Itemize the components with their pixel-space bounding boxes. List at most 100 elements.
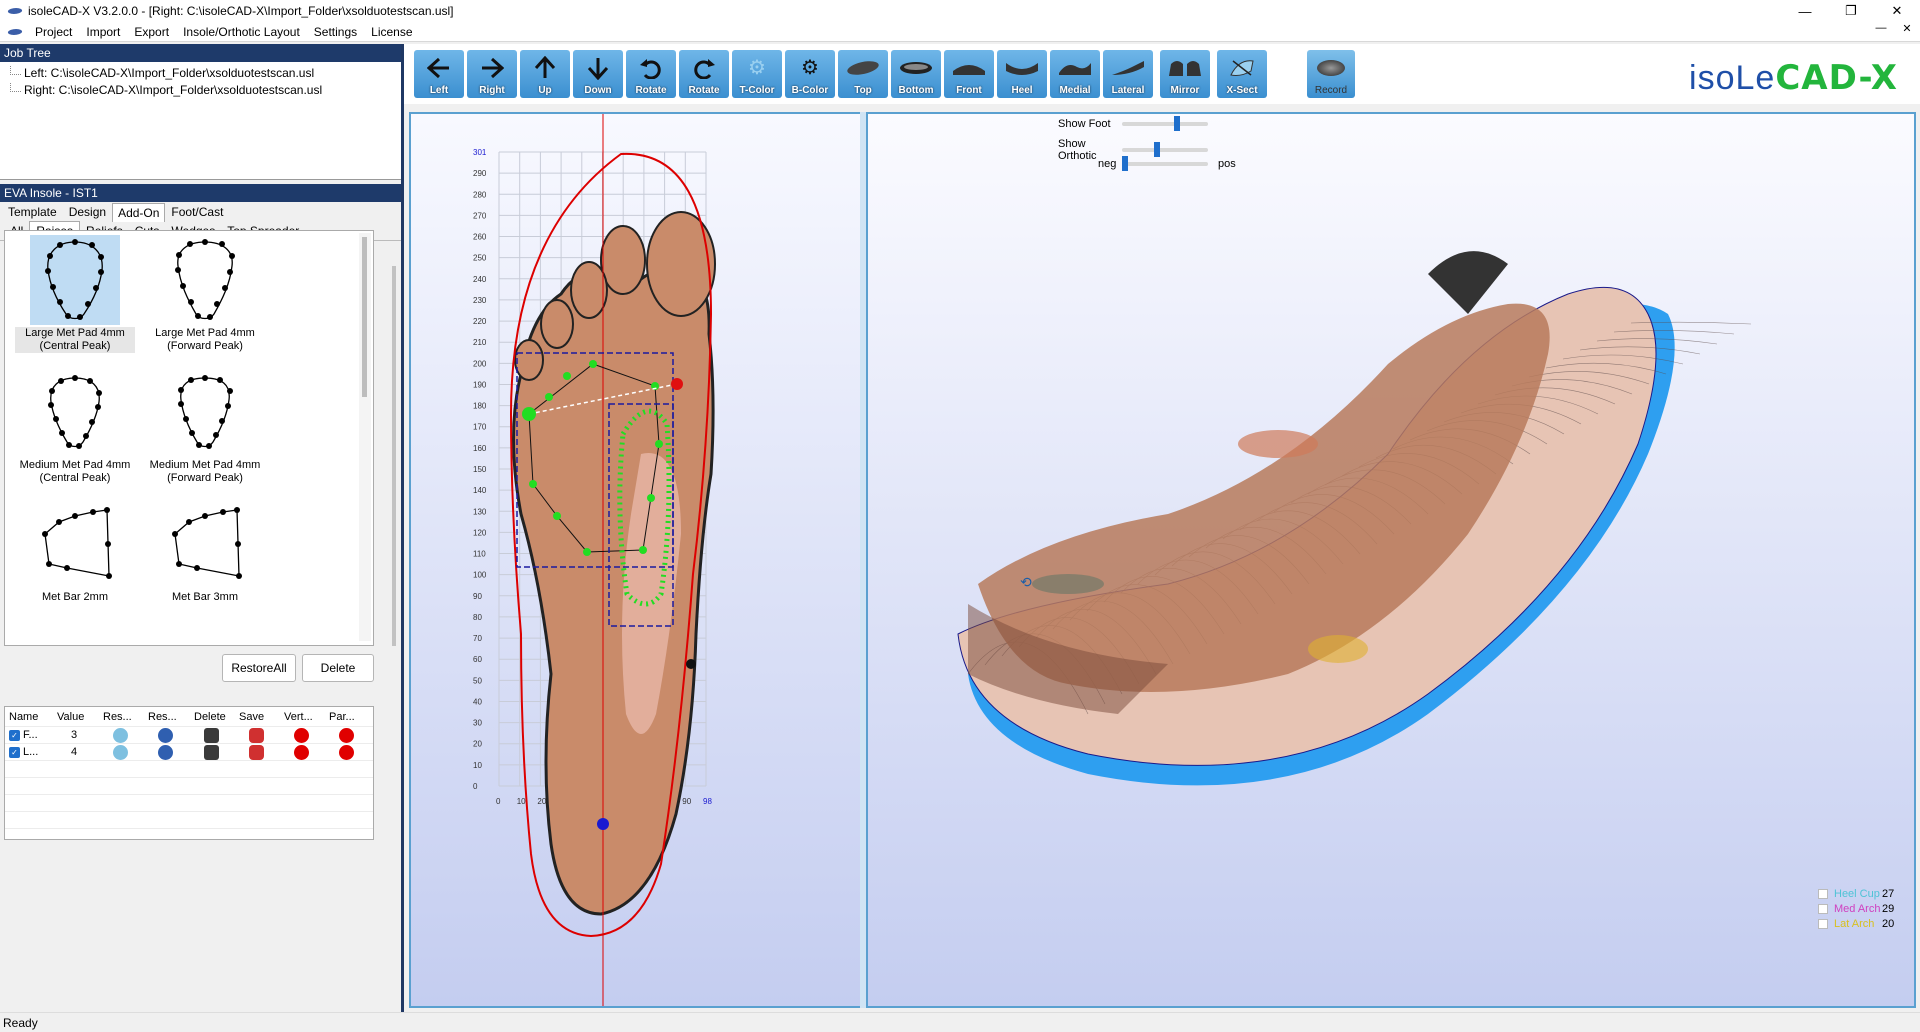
row-value[interactable]: 3 xyxy=(53,727,99,743)
table-row[interactable]: ✓ L... 4 xyxy=(5,744,373,761)
legend-checkbox[interactable] xyxy=(1818,889,1828,899)
mirror-button[interactable]: Mirror xyxy=(1160,50,1210,98)
restore-icon[interactable] xyxy=(158,744,173,760)
down-button[interactable]: Down xyxy=(573,50,623,98)
row-checkbox[interactable]: ✓ xyxy=(9,746,20,758)
params-icon[interactable] xyxy=(339,744,354,760)
view-medial-button[interactable]: Medial xyxy=(1050,50,1100,98)
row-value[interactable]: 4 xyxy=(53,744,99,760)
gallery-item-large-met-pad-forward[interactable]: Large Met Pad 4mm (Forward Peak) xyxy=(145,235,265,353)
save-icon[interactable] xyxy=(249,744,264,760)
tab-add-on[interactable]: Add-On xyxy=(112,203,166,222)
reset-icon[interactable] xyxy=(113,727,128,743)
view-heel-button[interactable]: Heel xyxy=(997,50,1047,98)
gallery-item-met-bar-3mm[interactable]: Met Bar 3mm xyxy=(145,499,265,604)
gallery-item-medium-met-pad-central[interactable]: Medium Met Pad 4mm (Central Peak) xyxy=(15,367,135,485)
delete-button[interactable]: Delete xyxy=(302,654,374,682)
x-tick-label: 10 xyxy=(517,797,526,806)
refresh-icon[interactable]: ⟲ xyxy=(1020,574,1032,591)
y-tick-label: 301 xyxy=(473,148,487,157)
anchor-point-green xyxy=(522,407,536,421)
row-checkbox[interactable]: ✓ xyxy=(9,729,20,741)
legend-med-arch[interactable]: Med Arch 29 xyxy=(1818,903,1894,915)
view-bottom-button[interactable]: Bottom xyxy=(891,50,941,98)
table-header: Name Value Res... Res... Delete Save Ver… xyxy=(5,707,373,727)
tab-foot-cast[interactable]: Foot/Cast xyxy=(165,202,229,222)
gallery-label: Met Bar 2mm xyxy=(41,591,108,603)
table-row-empty xyxy=(5,778,373,795)
menu-insole-layout[interactable]: Insole/Orthotic Layout xyxy=(176,25,307,39)
view-lateral-button[interactable]: Lateral xyxy=(1103,50,1153,98)
maximize-button[interactable]: ❐ xyxy=(1828,0,1874,22)
child-close-button[interactable]: ✕ xyxy=(1894,22,1920,35)
menu-export[interactable]: Export xyxy=(127,25,176,39)
cross-section-button[interactable]: X-Sect xyxy=(1217,50,1267,98)
tree-item-left[interactable]: Left: C:\isoleCAD-X\Import_Folder\xsoldu… xyxy=(8,66,401,83)
toe-shape xyxy=(514,339,544,381)
menu-app-icon[interactable] xyxy=(8,27,22,37)
y-tick-label: 190 xyxy=(473,380,487,389)
insole-3d-view[interactable]: Show Foot Show Orthotic neg pos ⟲ Heel C… xyxy=(866,112,1916,1008)
menu-import[interactable]: Import xyxy=(79,25,127,39)
arrow-up-icon xyxy=(534,55,556,78)
close-button[interactable]: ✕ xyxy=(1874,0,1920,22)
vertices-icon[interactable] xyxy=(294,744,309,760)
legend-checkbox[interactable] xyxy=(1818,919,1828,929)
slider-thumb[interactable] xyxy=(1122,156,1128,171)
restore-icon[interactable] xyxy=(158,727,173,743)
top-color-button[interactable]: ⚙ T-Color xyxy=(732,50,782,98)
show-foot-slider[interactable]: Show Foot xyxy=(1058,116,1208,131)
legend-heel-cup[interactable]: Heel Cup 27 xyxy=(1818,888,1894,900)
right-button[interactable]: Right xyxy=(467,50,517,98)
foot-scan-shape xyxy=(512,268,715,916)
restore-all-button[interactable]: RestoreAll xyxy=(222,654,296,682)
tab-template[interactable]: Template xyxy=(2,202,63,222)
child-minimize-button[interactable]: — xyxy=(1868,22,1894,35)
save-icon[interactable] xyxy=(249,727,264,743)
scroll-thumb[interactable] xyxy=(362,237,367,397)
menu-settings[interactable]: Settings xyxy=(307,25,364,39)
reset-icon[interactable] xyxy=(113,744,128,760)
params-icon[interactable] xyxy=(339,727,354,743)
bottom-color-button[interactable]: ⚙ B-Color xyxy=(785,50,835,98)
up-button[interactable]: Up xyxy=(520,50,570,98)
tab-design[interactable]: Design xyxy=(63,202,112,222)
rotate-cw-button[interactable]: Rotate xyxy=(679,50,729,98)
rotate-ccw-button[interactable]: Rotate xyxy=(626,50,676,98)
neg-pos-slider[interactable]: neg pos xyxy=(1098,156,1236,171)
view-top-button[interactable]: Top xyxy=(838,50,888,98)
menu-project[interactable]: Project xyxy=(28,25,79,39)
title-bar: isoleCAD-X V3.2.0.0 - [Right: C:\isoleCA… xyxy=(0,0,1920,22)
trash-icon[interactable] xyxy=(204,727,219,743)
gallery-item-large-met-pad-central[interactable]: Large Met Pad 4mm (Central Peak) xyxy=(15,235,135,353)
met-pad-shape-icon xyxy=(30,367,120,457)
lateral-highlight xyxy=(1308,635,1368,663)
gallery-scrollbar[interactable] xyxy=(359,233,371,641)
plantar-2d-view[interactable]: 301 290 280 270 260 250 240 230 220 210 200 190 180 1… xyxy=(409,112,863,1008)
arrow-down-icon xyxy=(587,57,609,80)
x-tick-label: 20 xyxy=(537,797,546,806)
slider-track[interactable] xyxy=(1122,156,1208,171)
slider-thumb[interactable] xyxy=(1154,142,1160,157)
slider-track[interactable] xyxy=(1122,116,1208,131)
gallery-item-met-bar-2mm[interactable]: Met Bar 2mm xyxy=(15,499,135,604)
slider-track[interactable] xyxy=(1122,142,1208,157)
menu-license[interactable]: License xyxy=(364,25,419,39)
tree-item-right[interactable]: Right: C:\isoleCAD-X\Import_Folder\xsold… xyxy=(8,83,401,100)
minimize-button[interactable]: — xyxy=(1782,0,1828,22)
legend-checkbox[interactable] xyxy=(1818,904,1828,914)
slider-thumb[interactable] xyxy=(1174,116,1180,131)
gallery-item-medium-met-pad-forward[interactable]: Medium Met Pad 4mm (Forward Peak) xyxy=(145,367,265,485)
record-button[interactable]: Record xyxy=(1307,50,1355,98)
legend-lat-arch[interactable]: Lat Arch 20 xyxy=(1818,918,1894,930)
y-tick-label: 220 xyxy=(473,317,487,326)
view-front-button[interactable]: Front xyxy=(944,50,994,98)
record-icon xyxy=(1317,59,1345,76)
table-row[interactable]: ✓ F... 3 xyxy=(5,727,373,744)
vertices-icon[interactable] xyxy=(294,727,309,743)
y-tick-label: 150 xyxy=(473,465,487,474)
panel-scrollbar[interactable] xyxy=(392,266,396,646)
cross-section-icon xyxy=(1230,59,1254,76)
trash-icon[interactable] xyxy=(204,744,219,760)
left-button[interactable]: Left xyxy=(414,50,464,98)
